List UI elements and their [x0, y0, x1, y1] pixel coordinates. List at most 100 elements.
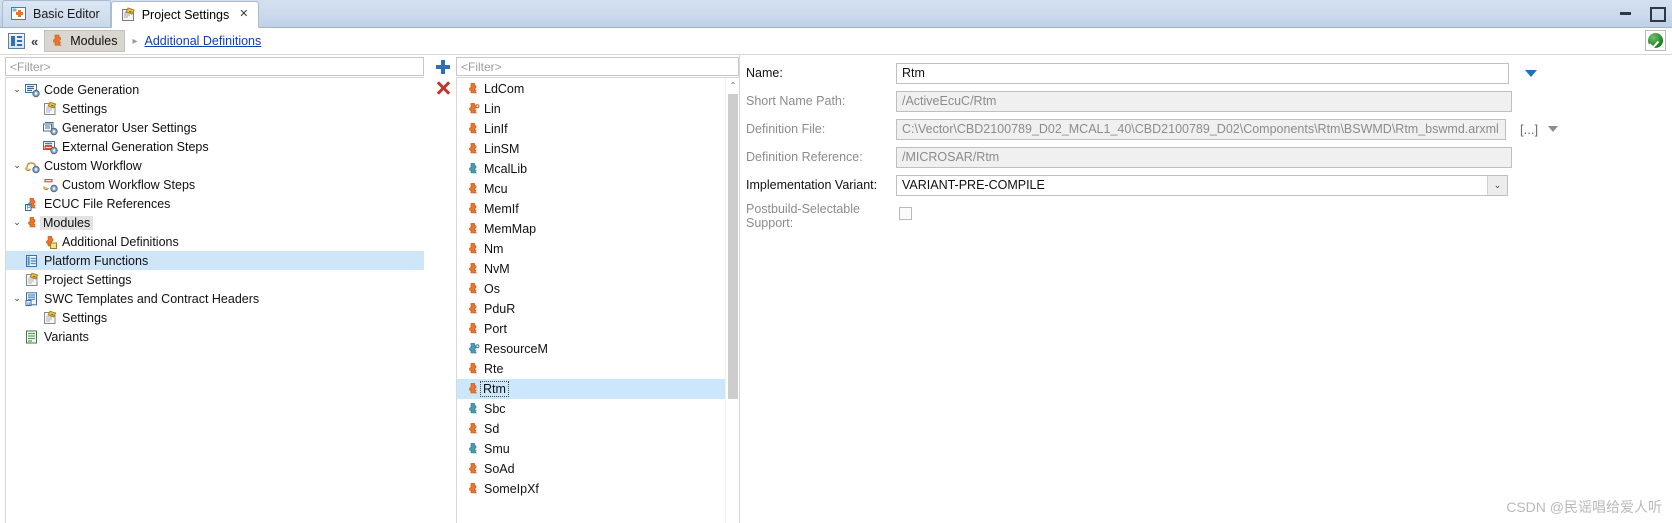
puzzle-editor-icon — [11, 6, 27, 22]
module-list-item-label: MemIf — [484, 202, 519, 216]
remove-module-icon[interactable] — [435, 80, 451, 96]
module-list-item-pdur[interactable]: PduR — [457, 299, 725, 319]
module-list-item-label: Sd — [484, 422, 500, 436]
chevron-down-icon[interactable]: ⌄ — [1487, 175, 1507, 195]
tab-basic-editor[interactable]: Basic Editor — [2, 0, 111, 27]
chevron-down-icon[interactable]: ⌄ — [10, 84, 24, 95]
tree-item-label: External Generation Steps — [62, 139, 209, 154]
blue-dropdown-caret-icon[interactable] — [1525, 69, 1537, 77]
postbuild-selectable-checkbox[interactable] — [899, 206, 912, 220]
tree-item-settings[interactable]: Settings — [6, 308, 424, 327]
collapse-icon[interactable]: « — [30, 34, 39, 49]
module-list-scrollbar[interactable]: ⌃ — [725, 78, 739, 523]
module-list-item-label: MemMap — [484, 222, 537, 236]
module-list-item-linif[interactable]: LinIf — [457, 119, 725, 139]
tree-item-custom-workflow[interactable]: ⌄ Custom Workflow — [6, 156, 424, 175]
module-list-item-someipxf[interactable]: SomeIpXf — [457, 479, 725, 499]
postbuild-selectable-label-line2: Support: — [746, 216, 794, 230]
add-module-icon[interactable] — [435, 59, 451, 75]
field-row-definition-file: Definition File: C:\Vector\CBD2100789_D0… — [746, 115, 1672, 143]
definition-reference-value: /MICROSAR/Rtm — [896, 146, 1512, 168]
puzzle-orange-icon — [465, 181, 481, 197]
tree-item-variants[interactable]: Variants — [6, 327, 424, 346]
module-list-item-port[interactable]: Port — [457, 319, 725, 339]
puzzle-orange-icon — [465, 121, 481, 137]
module-list-item-soad[interactable]: SoAd — [457, 459, 725, 479]
puzzle-orange-icon — [465, 81, 481, 97]
module-list-item-linsm[interactable]: LinSM — [457, 139, 725, 159]
module-list-item-label: PduR — [484, 302, 516, 316]
minimize-button[interactable] — [1618, 4, 1634, 20]
module-list-item-sbc[interactable]: Sbc — [457, 399, 725, 419]
chevron-down-icon[interactable]: ⌄ — [10, 160, 24, 171]
tree-item-external-generation-steps[interactable]: External Generation Steps — [6, 137, 424, 156]
breadcrumb-item-modules[interactable]: Modules — [44, 30, 126, 52]
module-list-item-rtm[interactable]: Rtm — [457, 379, 725, 399]
module-list-item-mcallib[interactable]: McalLib — [457, 159, 725, 179]
short-name-path-label: Short Name Path: — [746, 94, 846, 108]
tree-filter-input[interactable]: <Filter> — [5, 57, 424, 76]
tree-item-ecuc-file-references[interactable]: P ECUC File References — [6, 194, 424, 213]
status-badge[interactable] — [1645, 30, 1666, 51]
tab-label: Basic Editor — [33, 7, 100, 21]
maximize-button[interactable] — [1648, 4, 1666, 22]
puzzle-orange-icon — [465, 281, 481, 297]
module-list-item-label: McalLib — [484, 162, 528, 176]
module-list-item-nvm[interactable]: NvM — [457, 259, 725, 279]
tree-item-label: SWC Templates and Contract Headers — [44, 291, 260, 306]
tree-item-platform-functions[interactable]: Platform Functions — [6, 251, 424, 270]
module-list-item-sd[interactable]: Sd — [457, 419, 725, 439]
puzzle-orange-icon — [465, 261, 481, 277]
chevron-down-icon[interactable]: ⌄ — [10, 217, 24, 228]
tree-item-settings[interactable]: Settings — [6, 99, 424, 118]
browse-definition-file-button[interactable]: [...] — [1520, 122, 1538, 137]
breadcrumb-link-additional-definitions[interactable]: Additional Definitions — [145, 34, 262, 48]
scrollbar-thumb[interactable] — [728, 94, 738, 399]
module-list-item-rte[interactable]: Rte — [457, 359, 725, 379]
gray-dropdown-caret-icon[interactable] — [1548, 126, 1559, 132]
module-list-item-label: Rte — [484, 362, 504, 376]
tree-item-swc-templates-and-contract-headers[interactable]: ⌄ a SWC Templates and Contract Headers — [6, 289, 424, 308]
module-list-item-os[interactable]: Os — [457, 279, 725, 299]
module-list-item-smu[interactable]: Smu — [457, 439, 725, 459]
close-icon[interactable]: ✕ — [239, 9, 248, 20]
puzzle-orange-icon — [465, 381, 481, 397]
module-list-item-resourcem[interactable]: ResourceM — [457, 339, 725, 359]
chevron-down-icon[interactable]: ⌄ — [10, 293, 24, 304]
module-list-item-label: ResourceM — [484, 342, 548, 356]
ext-gen-icon — [42, 139, 58, 155]
tree-item-additional-definitions[interactable]: Additional Definitions — [6, 232, 424, 251]
tree-item-code-generation[interactable]: ⌄ Code Generation — [6, 80, 424, 99]
swc-template-icon: a — [24, 291, 40, 307]
generator-icon — [42, 120, 58, 136]
tree-item-custom-workflow-steps[interactable]: Custom Workflow Steps — [6, 175, 424, 194]
puzzle-orange-icon — [465, 141, 481, 157]
module-list-item-label: NvM — [484, 262, 510, 276]
puzzle-orange-icon — [465, 221, 481, 237]
implementation-variant-select[interactable]: VARIANT-PRE-COMPILE ⌄ — [896, 174, 1508, 196]
module-list-item-memif[interactable]: MemIf — [457, 199, 725, 219]
module-list-item-ldcom[interactable]: LdCom — [457, 79, 725, 99]
module-list-item-mcu[interactable]: Mcu — [457, 179, 725, 199]
name-input[interactable]: Rtm — [896, 62, 1509, 84]
puzzle-orange-icon — [465, 421, 481, 437]
tree-item-project-settings[interactable]: Project Settings — [6, 270, 424, 289]
module-list-item-label: LdCom — [484, 82, 525, 96]
breadcrumb: « Modules ▸ Additional Definitions — [0, 28, 1672, 55]
module-list-item-lin[interactable]: Lin — [457, 99, 725, 119]
tree-item-modules[interactable]: ⌄ Modules — [6, 213, 424, 232]
home-view-icon[interactable] — [8, 33, 25, 49]
module-list-item-nm[interactable]: Nm — [457, 239, 725, 259]
tree-item-label: Settings — [62, 310, 108, 325]
name-label: Name: — [746, 66, 783, 80]
scroll-up-icon[interactable]: ⌃ — [726, 78, 739, 92]
module-filter-input[interactable]: <Filter> — [456, 57, 739, 76]
module-list-item-label: LinIf — [484, 122, 508, 136]
module-list: LdCom Lin LinIf LinSM McalLib Mcu MemIf MemMap N… — [457, 78, 725, 523]
settings-page-icon — [42, 310, 58, 326]
tree-item-label: ECUC File References — [44, 196, 171, 211]
tab-project-settings[interactable]: Project Settings ✕ — [110, 1, 260, 28]
puzzle-orange-icon — [49, 33, 65, 49]
tree-item-generator-user-settings[interactable]: Generator User Settings — [6, 118, 424, 137]
module-list-item-memmap[interactable]: MemMap — [457, 219, 725, 239]
